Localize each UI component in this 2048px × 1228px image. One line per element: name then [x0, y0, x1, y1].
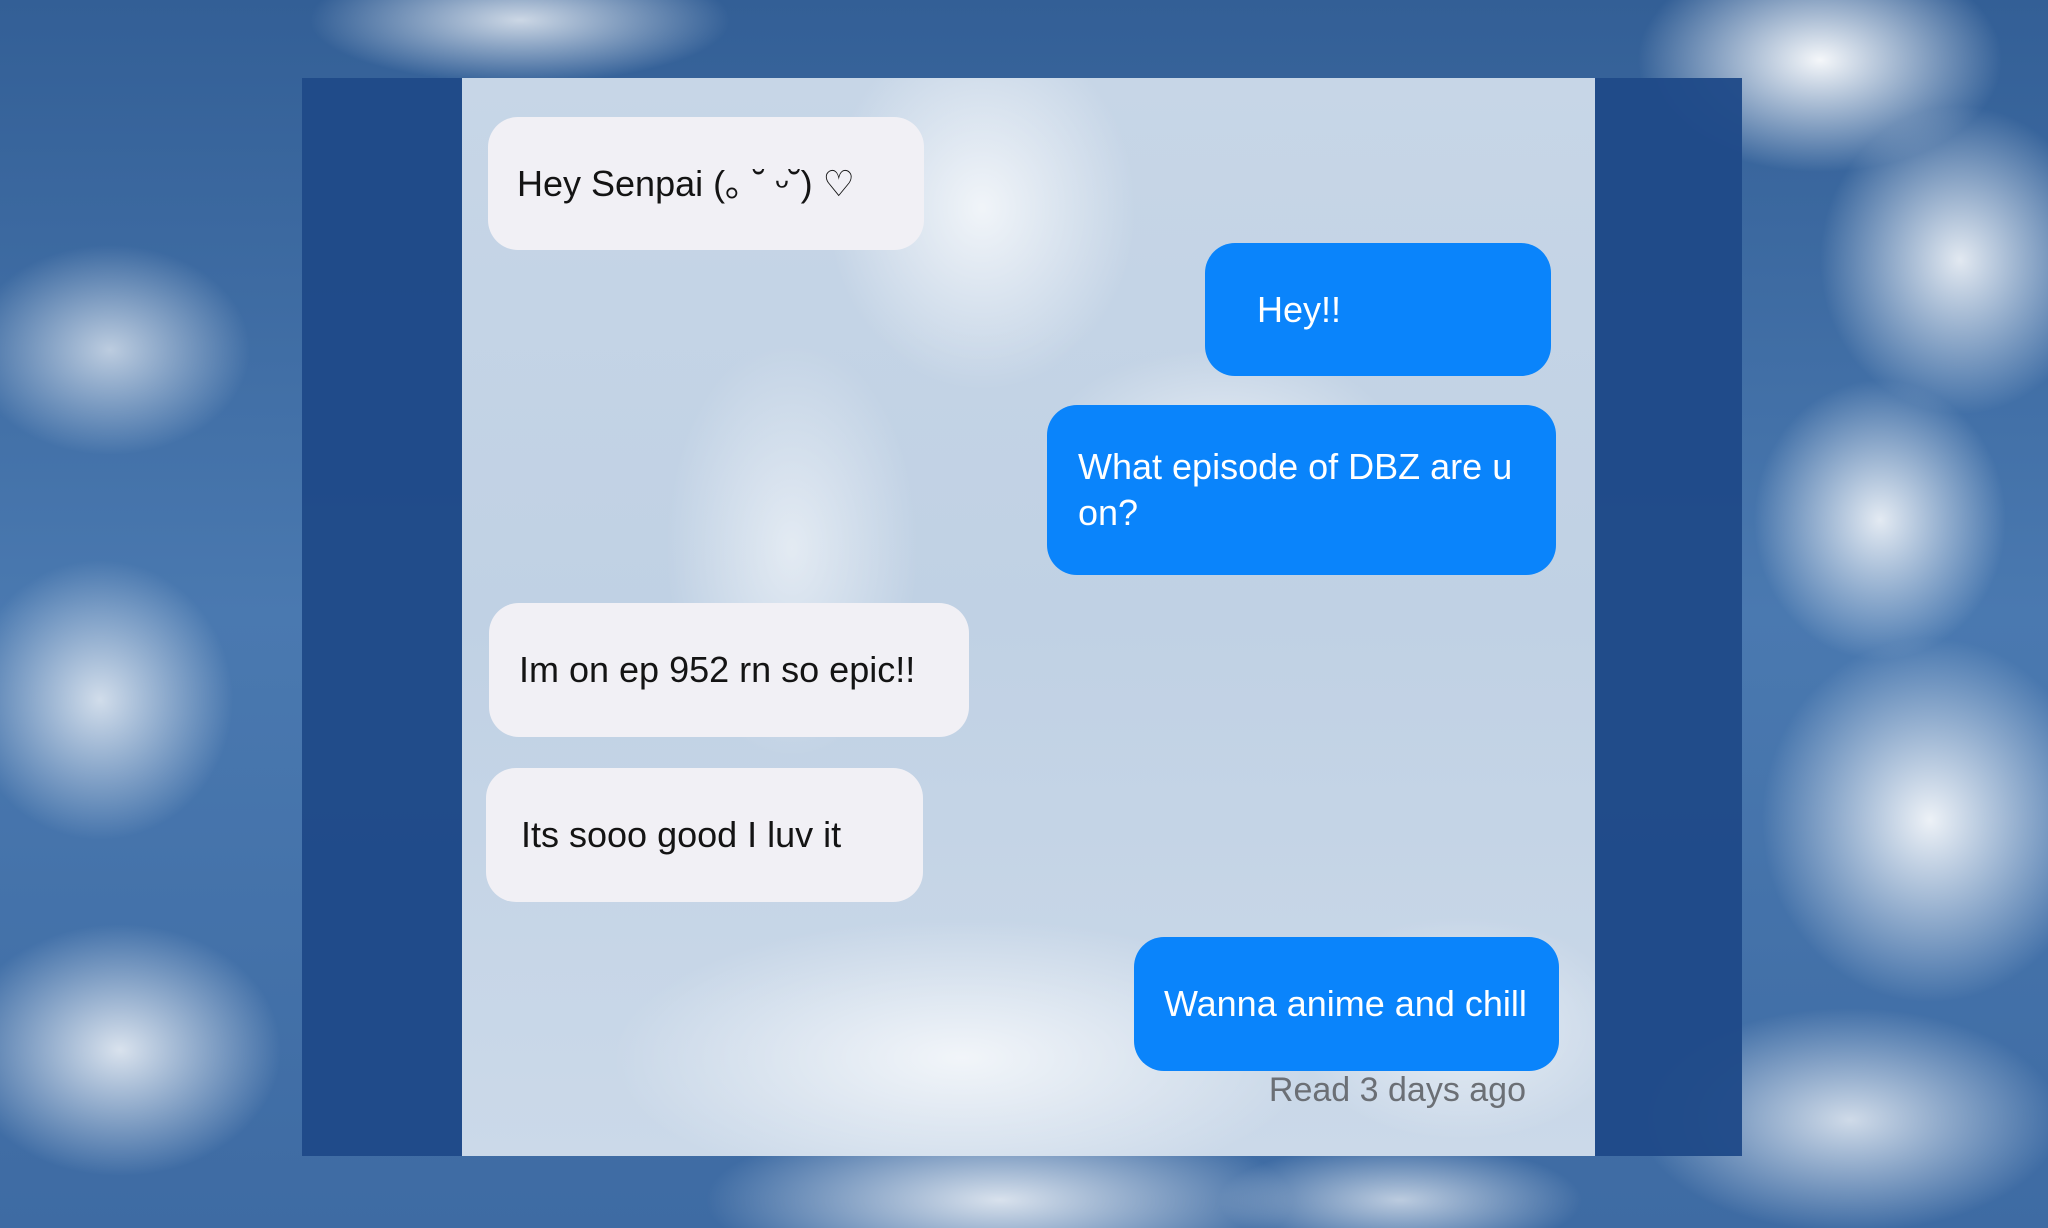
- message-bubble-outgoing[interactable]: Hey!!: [1205, 243, 1551, 376]
- message-text: Hey!!: [1257, 288, 1342, 330]
- message-text: Its sooo good I luv it: [521, 814, 842, 855]
- message-bubble-outgoing[interactable]: Wanna anime and chill: [1134, 937, 1559, 1071]
- message-bubble-incoming[interactable]: Im on ep 952 rn so epic!!: [489, 603, 969, 737]
- message-text: Im on ep 952 rn so epic!!: [519, 649, 916, 690]
- message-bubble-outgoing[interactable]: What episode of DBZ are u on?: [1047, 405, 1556, 575]
- message-text: Wanna anime and chill: [1164, 983, 1527, 1024]
- message-text: Hey Senpai (｡ ˘ ᵕ˘) ♡: [517, 162, 855, 204]
- message-text: What episode of DBZ are u on?: [1078, 446, 1513, 533]
- message-bubble-incoming[interactable]: Hey Senpai (｡ ˘ ᵕ˘) ♡: [488, 117, 924, 250]
- read-receipt: Read 3 days ago: [1268, 1071, 1526, 1109]
- message-bubble-incoming[interactable]: Its sooo good I luv it: [486, 768, 923, 902]
